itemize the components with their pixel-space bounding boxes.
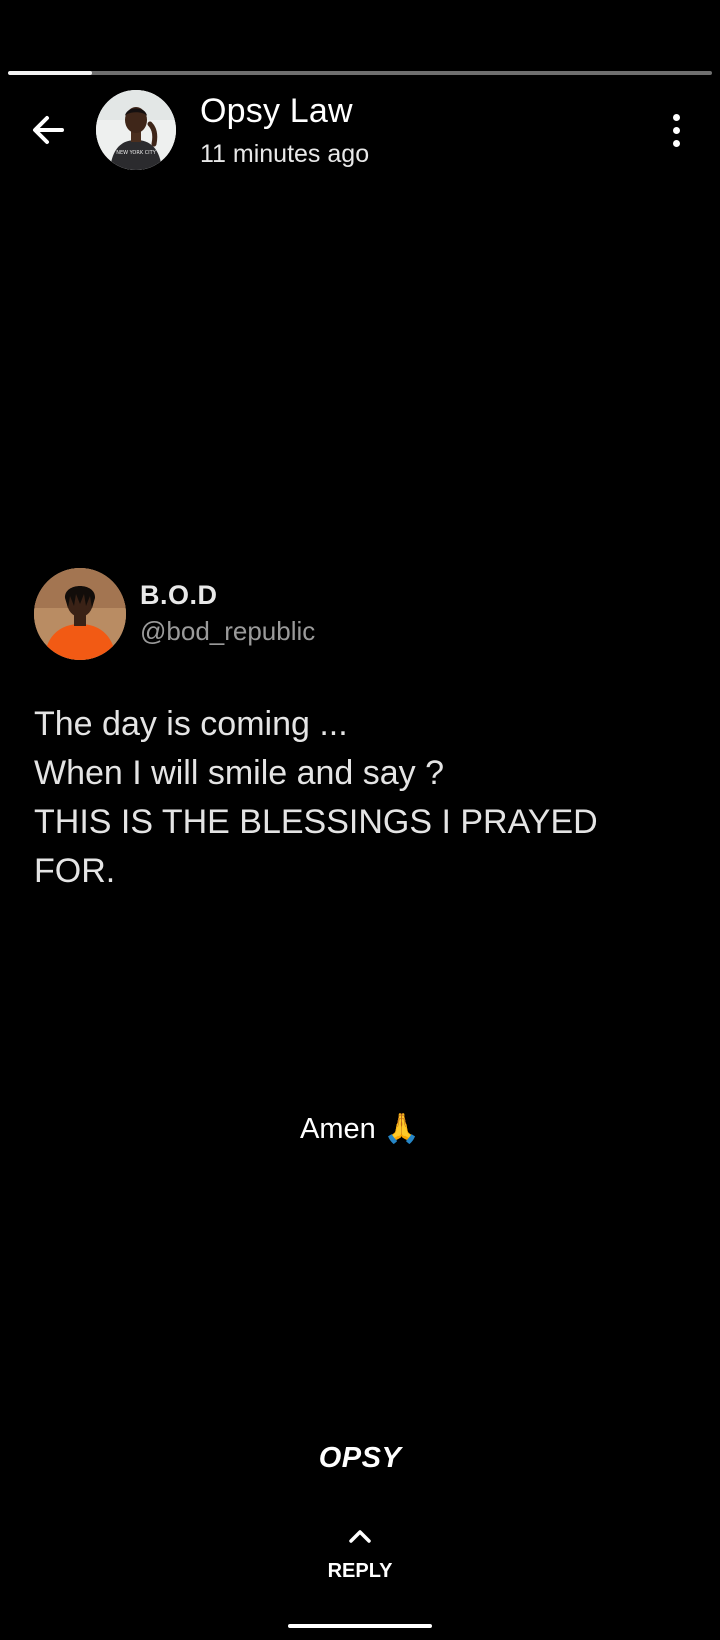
avatar-shirt-text: NEW YORK CITY <box>116 150 157 156</box>
tweet-text: The day is coming ... When I will smile … <box>34 700 674 896</box>
chevron-up-icon <box>349 1530 371 1543</box>
reply-label: REPLY <box>327 1560 393 1582</box>
story-progress-bar <box>8 71 712 75</box>
poster-avatar[interactable]: NEW YORK CITY <box>96 90 176 170</box>
story-timestamp: 11 minutes ago <box>200 140 370 168</box>
more-vertical-icon <box>672 113 680 121</box>
tweet-line: The day is coming ... <box>34 705 348 743</box>
more-options-button[interactable] <box>656 104 696 156</box>
avatar-photo: NEW YORK CITY <box>96 90 176 170</box>
tweet-author-avatar <box>34 568 126 660</box>
home-indicator[interactable] <box>288 1624 432 1628</box>
tweet-line: FOR. <box>34 852 116 890</box>
tweet-author-name: B.O.D <box>140 580 218 610</box>
poster-name[interactable]: Opsy Law <box>200 92 353 131</box>
story-caption: Amen 🙏 <box>300 1113 420 1145</box>
tweet-avatar-photo <box>34 568 126 660</box>
reply-button[interactable]: REPLY <box>300 1526 420 1594</box>
tweet-line: When I will smile and say ? <box>34 754 445 792</box>
tweet-author-handle: @bod_republic <box>140 616 316 646</box>
arrow-left-icon <box>33 116 64 144</box>
back-button[interactable] <box>22 104 74 156</box>
tweet-line: THIS IS THE BLESSINGS I PRAYED <box>34 803 598 841</box>
story-progress-fill <box>8 71 93 75</box>
story-signature: OPSY <box>318 1442 402 1474</box>
more-vertical-icon-dot <box>672 126 680 134</box>
more-vertical-icon-dot <box>672 139 680 147</box>
